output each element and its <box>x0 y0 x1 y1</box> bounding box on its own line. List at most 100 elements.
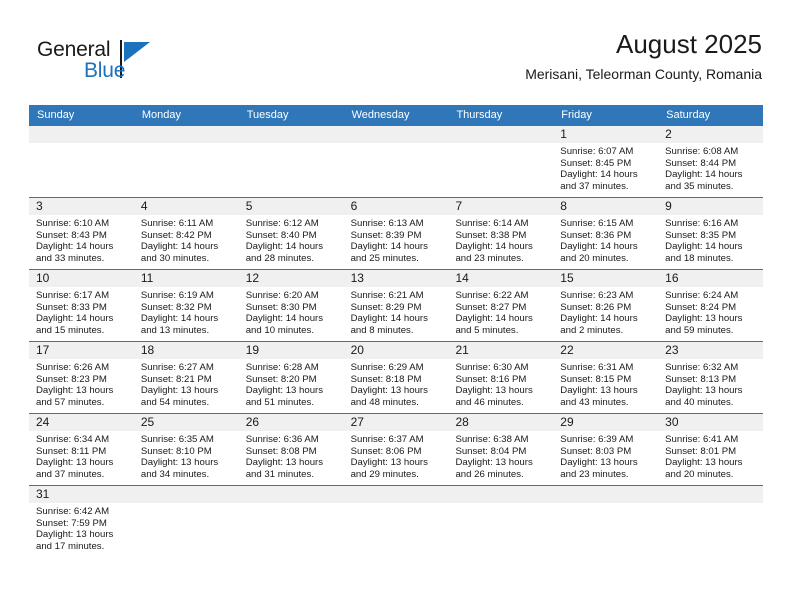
calendar-day-cell[interactable]: 4 Sunrise: 6:11 AM Sunset: 8:42 PM Daylight… <box>133 198 239 269</box>
calendar-day-cell[interactable]: 30 Sunrise: 6:41 AM Sunset: 8:01 PM Dayligh… <box>658 414 764 485</box>
day-info-line: Daylight: 13 hours <box>560 385 638 397</box>
day-info-line: Sunrise: 6:36 AM <box>245 434 319 445</box>
day-sun-info: Sunrise: 6:31 AM Sunset: 8:15 PM Daylight:… <box>553 359 658 413</box>
day-number: 10 <box>29 270 134 287</box>
calendar-day-cell[interactable]: 22 Sunrise: 6:31 AM Sunset: 8:15 PM Dayligh… <box>553 342 659 413</box>
day-info-line: Daylight: 13 hours <box>350 385 428 397</box>
calendar-day-cell-empty <box>448 126 554 197</box>
day-info-line: Sunrise: 6:38 AM <box>455 434 529 445</box>
calendar-day-cell[interactable]: 19 Sunrise: 6:28 AM Sunset: 8:20 PM Dayligh… <box>238 342 344 413</box>
calendar-day-cell[interactable]: 10 Sunrise: 6:17 AM Sunset: 8:33 PM Dayligh… <box>29 270 134 341</box>
calendar-day-cell[interactable]: 29 Sunrise: 6:39 AM Sunset: 8:03 PM Dayligh… <box>553 414 659 485</box>
calendar-table: Sunday Monday Tuesday Wednesday Thursday Frid… <box>29 105 764 561</box>
day-info-line: Sunrise: 6:27 AM <box>140 362 214 373</box>
calendar-day-cell[interactable]: 24 Sunrise: 6:34 AM Sunset: 8:11 PM Dayligh… <box>29 414 134 485</box>
day-info-line: Sunset: 8:33 PM <box>36 301 107 313</box>
day-number: 29 <box>553 414 659 431</box>
calendar-day-cell[interactable]: 14 Sunrise: 6:22 AM Sunset: 8:27 PM Dayligh… <box>448 270 554 341</box>
calendar-day-cell[interactable]: 7 Sunrise: 6:14 AM Sunset: 8:38 PM Daylight… <box>448 198 554 269</box>
day-info-line: and 10 minutes. <box>245 325 314 337</box>
day-info-line: Daylight: 14 hours <box>350 313 428 325</box>
calendar-day-cell[interactable]: 15 Sunrise: 6:23 AM Sunset: 8:26 PM Dayligh… <box>553 270 659 341</box>
day-info-line: and 57 minutes. <box>36 397 105 409</box>
day-number: 7 <box>448 198 554 215</box>
day-number <box>343 126 449 143</box>
day-info-line: and 54 minutes. <box>140 397 210 409</box>
day-number: 14 <box>448 270 554 287</box>
day-info-line: Sunrise: 6:34 AM <box>36 434 110 445</box>
calendar-day-cell[interactable]: 13 Sunrise: 6:21 AM Sunset: 8:29 PM Dayligh… <box>343 270 449 341</box>
day-info-line: Sunset: 8:24 PM <box>665 301 737 313</box>
day-info-line: Sunrise: 6:17 AM <box>36 290 110 301</box>
day-sun-info <box>448 503 553 510</box>
day-sun-info: Sunrise: 6:08 AM Sunset: 8:44 PM Daylight:… <box>658 143 763 197</box>
day-sun-info: Sunrise: 6:16 AM Sunset: 8:35 PM Daylight:… <box>658 215 763 269</box>
calendar-day-cell[interactable]: 16 Sunrise: 6:24 AM Sunset: 8:24 PM Dayligh… <box>658 270 764 341</box>
day-sun-info <box>344 503 449 510</box>
day-sun-info: Sunrise: 6:20 AM Sunset: 8:30 PM Daylight:… <box>239 287 344 341</box>
calendar-day-cell[interactable]: 18 Sunrise: 6:27 AM Sunset: 8:21 PM Dayligh… <box>133 342 239 413</box>
calendar-day-cell[interactable]: 6 Sunrise: 6:13 AM Sunset: 8:39 PM Daylight… <box>343 198 449 269</box>
calendar-day-cell[interactable]: 9 Sunrise: 6:16 AM Sunset: 8:35 PM Daylight… <box>658 198 764 269</box>
day-number: 24 <box>29 414 134 431</box>
day-info-line: and 15 minutes. <box>36 325 105 337</box>
calendar-day-cell[interactable]: 31 Sunrise: 6:42 AM Sunset: 7:59 PM Dayligh… <box>29 486 134 561</box>
calendar-day-cell[interactable]: 12 Sunrise: 6:20 AM Sunset: 8:30 PM Dayligh… <box>238 270 344 341</box>
day-number: 6 <box>343 198 449 215</box>
day-info-line: Sunset: 8:03 PM <box>560 445 632 457</box>
day-info-line: and 51 minutes. <box>245 397 314 409</box>
blue-triangle-icon <box>124 42 150 62</box>
day-info-line: Sunrise: 6:31 AM <box>560 362 634 373</box>
calendar-day-cell[interactable]: 5 Sunrise: 6:12 AM Sunset: 8:40 PM Daylight… <box>238 198 344 269</box>
calendar-day-cell[interactable]: 27 Sunrise: 6:37 AM Sunset: 8:06 PM Dayligh… <box>343 414 449 485</box>
day-info-line: Sunrise: 6:14 AM <box>455 218 529 229</box>
day-info-line: Sunrise: 6:26 AM <box>36 362 110 373</box>
day-number <box>238 486 344 503</box>
calendar-day-cell[interactable]: 2 Sunrise: 6:08 AM Sunset: 8:44 PM Daylight… <box>658 126 764 197</box>
day-info-line: Sunset: 8:06 PM <box>350 445 422 457</box>
day-info-line: Daylight: 14 hours <box>665 241 743 253</box>
calendar-day-cell[interactable]: 17 Sunrise: 6:26 AM Sunset: 8:23 PM Dayligh… <box>29 342 134 413</box>
calendar-day-cell[interactable]: 25 Sunrise: 6:35 AM Sunset: 8:10 PM Dayligh… <box>133 414 239 485</box>
day-number: 2 <box>658 126 764 143</box>
day-info-line: Sunrise: 6:23 AM <box>560 290 634 301</box>
calendar-day-cell[interactable]: 11 Sunrise: 6:19 AM Sunset: 8:32 PM Dayligh… <box>133 270 239 341</box>
calendar-day-cell[interactable]: 23 Sunrise: 6:32 AM Sunset: 8:13 PM Dayligh… <box>658 342 764 413</box>
day-info-line: and 8 minutes. <box>350 325 414 337</box>
day-number: 11 <box>133 270 239 287</box>
day-info-line: Sunrise: 6:08 AM <box>665 146 739 157</box>
day-info-line: Sunset: 8:43 PM <box>36 229 107 241</box>
calendar-day-cell[interactable]: 21 Sunrise: 6:30 AM Sunset: 8:16 PM Dayligh… <box>448 342 554 413</box>
day-info-line: and 18 minutes. <box>665 253 734 265</box>
day-sun-info: Sunrise: 6:19 AM Sunset: 8:32 PM Daylight:… <box>134 287 239 341</box>
calendar-day-cell[interactable]: 28 Sunrise: 6:38 AM Sunset: 8:04 PM Dayligh… <box>448 414 554 485</box>
day-number <box>553 486 659 503</box>
day-sun-info: Sunrise: 6:35 AM Sunset: 8:10 PM Daylight:… <box>134 431 239 485</box>
day-info-line: Sunrise: 6:12 AM <box>245 218 319 229</box>
day-info-line: Sunrise: 6:39 AM <box>560 434 634 445</box>
calendar-day-cell[interactable]: 26 Sunrise: 6:36 AM Sunset: 8:08 PM Dayligh… <box>238 414 344 485</box>
day-sun-info <box>29 143 134 150</box>
day-sun-info: Sunrise: 6:29 AM Sunset: 8:18 PM Daylight:… <box>344 359 449 413</box>
day-info-line: and 37 minutes. <box>560 181 629 193</box>
general-blue-logo[interactable]: General Blue <box>37 38 237 88</box>
day-info-line: Sunset: 8:27 PM <box>455 301 527 313</box>
weekday-header-tuesday: Tuesday <box>246 109 289 121</box>
day-number: 3 <box>29 198 134 215</box>
calendar-day-cell[interactable]: 3 Sunrise: 6:10 AM Sunset: 8:43 PM Daylight… <box>29 198 134 269</box>
day-info-line: Daylight: 14 hours <box>36 241 114 253</box>
calendar-day-cell[interactable]: 20 Sunrise: 6:29 AM Sunset: 8:18 PM Dayligh… <box>343 342 449 413</box>
weekday-header-sunday: Sunday <box>37 109 75 121</box>
day-sun-info: Sunrise: 6:36 AM Sunset: 8:08 PM Daylight:… <box>239 431 344 485</box>
day-info-line: Sunset: 8:20 PM <box>245 373 317 385</box>
weekday-header-row: Sunday Monday Tuesday Wednesday Thursday Frid… <box>29 105 763 126</box>
calendar-day-cell[interactable]: 8 Sunrise: 6:15 AM Sunset: 8:36 PM Daylight… <box>553 198 659 269</box>
calendar-day-cell[interactable]: 1 Sunrise: 6:07 AM Sunset: 8:45 PM Daylight… <box>553 126 659 197</box>
calendar-week-row: 10 Sunrise: 6:17 AM Sunset: 8:33 PM Dayligh… <box>29 269 764 341</box>
day-info-line: Sunset: 8:40 PM <box>245 229 317 241</box>
day-info-line: Daylight: 13 hours <box>140 385 219 397</box>
day-info-line: Sunset: 8:36 PM <box>560 229 632 241</box>
day-sun-info: Sunrise: 6:28 AM Sunset: 8:20 PM Daylight:… <box>239 359 344 413</box>
day-number <box>343 486 449 503</box>
day-info-line: and 59 minutes. <box>665 325 734 337</box>
